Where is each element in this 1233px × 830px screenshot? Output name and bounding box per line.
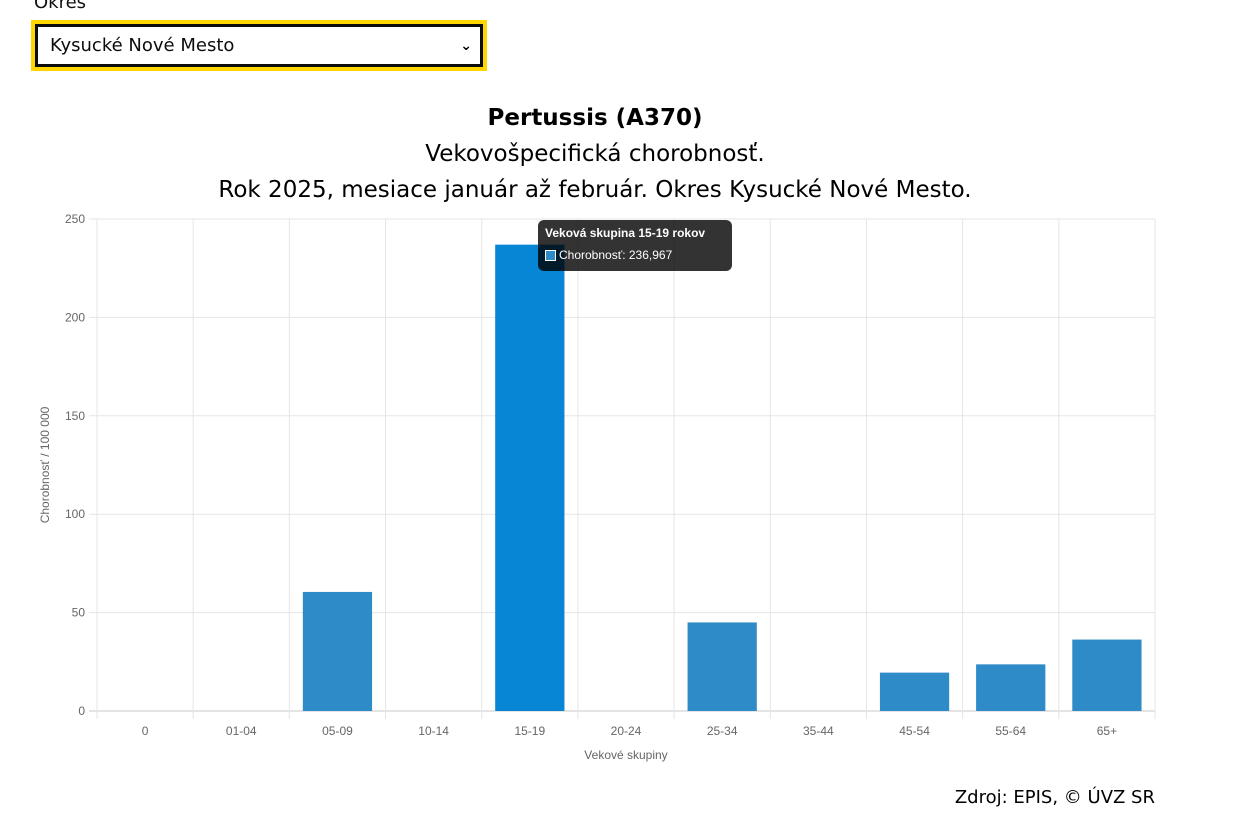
chart-grid [89,218,1156,719]
tooltip-title: Veková skupina 15-19 rokov [545,226,706,240]
data-source: Zdroj: EPIS, © ÚVZ SR [954,787,1155,808]
x-tick-label: 35-44 [803,724,834,738]
y-tick-label: 50 [72,606,86,620]
y-tick-label: 200 [65,310,85,324]
y-tick-label: 250 [65,212,85,226]
y-axis-label: Chorobnosť / 100 000 [38,406,52,523]
bar-chart: 0 50 100 150 200 250 0 01-04 05-09 10-14 15-19 20-… [38,212,1156,762]
bar-tooltip: Veková skupina 15-19 rokov Chorobnosť: 2… [538,220,732,271]
bar-65+[interactable] [1072,639,1142,711]
x-tick-label: 20-24 [611,724,642,738]
chart-bars [302,244,1142,712]
bar-15-19[interactable] [495,244,565,712]
x-axis-label: Vekové skupiny [584,748,667,762]
x-tick-label: 15-19 [514,724,545,738]
x-tick-label: 05-09 [322,724,353,738]
y-axis-ticks: 0 50 100 150 200 250 [65,212,85,718]
tooltip-row: Chorobnosť: 236,967 [545,247,725,263]
y-tick-label: 150 [65,409,85,423]
x-tick-label: 65+ [1097,724,1117,738]
x-tick-label: 55-64 [995,724,1026,738]
bar-25-34[interactable] [687,622,757,711]
bar-45-54[interactable] [879,672,950,711]
y-tick-label: 100 [65,507,85,521]
y-tick-label: 0 [78,704,85,718]
x-tick-label: 10-14 [418,724,449,738]
tooltip-value: Chorobnosť: 236,967 [559,248,673,262]
x-tick-label: 25-34 [707,724,738,738]
x-axis-ticks: 0 01-04 05-09 10-14 15-19 20-24 25-34 35-44 45-5… [142,724,1117,738]
bar-05-09[interactable] [302,591,373,711]
x-tick-label: 0 [142,724,149,738]
tooltip-color-swatch [545,249,556,261]
x-tick-label: 45-54 [899,724,930,738]
bar-55-64[interactable] [976,664,1046,711]
x-tick-label: 01-04 [226,724,257,738]
